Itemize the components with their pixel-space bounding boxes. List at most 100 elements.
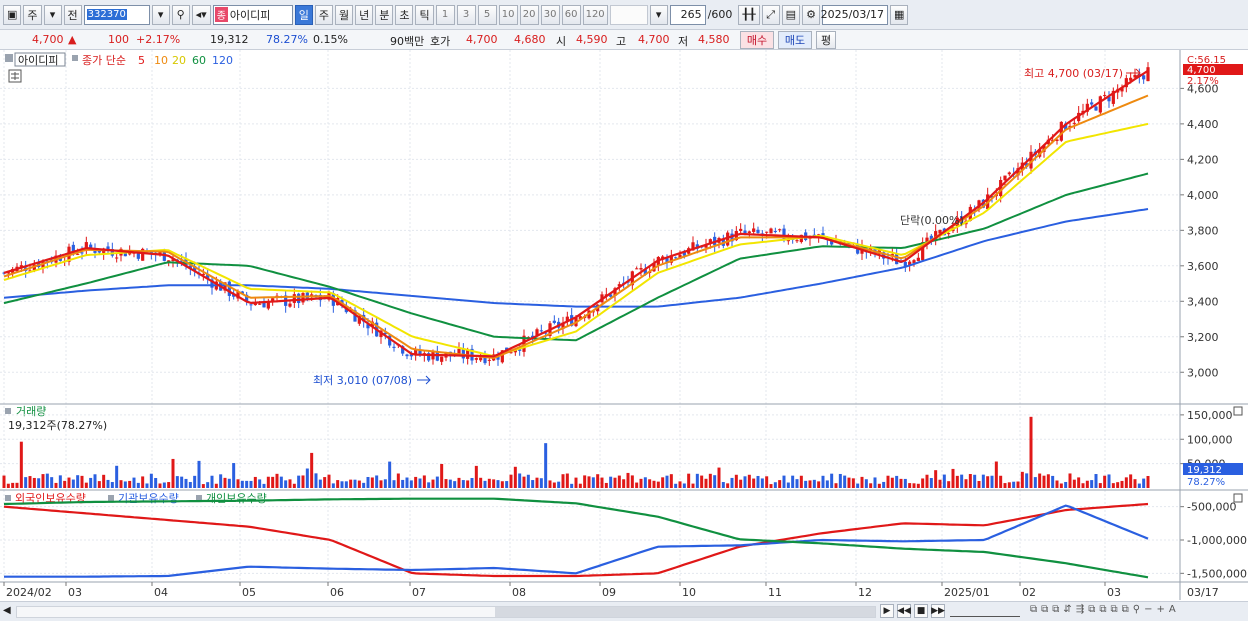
x-tick-label: 07: [412, 586, 426, 599]
low-label: 저: [678, 35, 689, 48]
tool-icon-6[interactable]: ⧉: [1088, 604, 1095, 615]
interval-10-button[interactable]: 10: [498, 4, 518, 25]
volume-y-axis: 50,000100,000150,000: [1180, 409, 1233, 471]
chart-svg[interactable]: 아이디피 종가 단순 5 10 20 60 120 3,000 3,200 3,40…: [0, 50, 1248, 603]
zoom-search-icon[interactable]: ⚲: [1133, 604, 1140, 615]
font-size-icon[interactable]: A: [1169, 604, 1176, 615]
tool-icon-7[interactable]: ⧉: [1099, 604, 1106, 615]
stock-name-field[interactable]: 종 아이디피: [212, 4, 293, 25]
period-month-button[interactable]: 월: [334, 4, 354, 25]
volume-bar: [925, 474, 929, 488]
volume-bar: [162, 482, 166, 488]
volume-bar: [960, 474, 964, 488]
y-tick-label: 3,000: [1187, 366, 1219, 379]
volume-bar: [210, 475, 214, 488]
chevron-down-icon[interactable]: ▾: [43, 4, 62, 25]
rewind-icon[interactable]: ◀◀: [897, 604, 911, 618]
zoom-in-icon[interactable]: +: [1156, 604, 1164, 615]
volume-bar: [128, 480, 132, 488]
interval-5-button[interactable]: 5: [477, 4, 497, 25]
up-arrow-icon: ▲: [68, 33, 77, 46]
type-selector[interactable]: 주: [23, 4, 42, 25]
volume-bar: [821, 475, 825, 488]
volume-bar: [964, 479, 968, 488]
interval-1-button[interactable]: 1: [435, 4, 455, 25]
layout-icon[interactable]: ▣: [3, 4, 22, 25]
interval-60-button[interactable]: 60: [561, 4, 581, 25]
tool-icon-2[interactable]: ⧉: [1041, 604, 1048, 615]
code-dropdown-icon[interactable]: ▾: [151, 4, 170, 25]
calendar-icon[interactable]: ▦: [890, 4, 909, 25]
stop-icon[interactable]: ■: [914, 604, 928, 618]
draw-tool-icon[interactable]: ⤢: [761, 4, 780, 25]
interval-20-button[interactable]: 20: [519, 4, 539, 25]
date-input[interactable]: 2025/03/17: [821, 4, 889, 25]
volume-bar: [1029, 416, 1033, 488]
volume-close-icon[interactable]: [1233, 406, 1243, 416]
volume-bar: [19, 441, 23, 488]
interval-120-button[interactable]: 120: [582, 4, 608, 25]
gear-icon[interactable]: ⚙: [802, 4, 821, 25]
period-year-button[interactable]: 년: [355, 4, 374, 25]
sell-button[interactable]: 매도: [778, 31, 812, 49]
volume-bar: [11, 482, 15, 488]
save-icon[interactable]: ▤: [781, 4, 801, 25]
y-tick-label: 4,200: [1187, 153, 1219, 166]
candle-body: [405, 354, 409, 357]
count-input[interactable]: 265: [669, 4, 706, 25]
buy-button[interactable]: 매수: [740, 31, 774, 49]
period-week-button[interactable]: 주: [314, 4, 333, 25]
tool-icon-8[interactable]: ⧉: [1110, 604, 1117, 615]
speaker-icon[interactable]: ◂▾: [191, 4, 211, 25]
volume-bar: [934, 470, 938, 488]
scroll-right-icon[interactable]: ▶: [880, 604, 894, 618]
zoom-out-icon[interactable]: −: [1144, 604, 1152, 615]
stock-code-input[interactable]: 332370: [83, 4, 150, 25]
volume-bar: [448, 479, 452, 488]
scrollbar-thumb[interactable]: [495, 607, 875, 617]
zoom-slider[interactable]: [950, 605, 1020, 617]
interval-custom-input[interactable]: [609, 4, 648, 25]
fast-forward-icon[interactable]: ▶▶: [931, 604, 945, 618]
volume-bar: [344, 481, 348, 488]
mid-note: 단락(0.00%): [900, 214, 964, 227]
tool-icon-4[interactable]: ⇵: [1063, 604, 1071, 615]
horizontal-scrollbar[interactable]: [16, 606, 876, 618]
period-day-button[interactable]: 일: [294, 4, 313, 25]
volume-bar: [513, 466, 517, 488]
volume-bar: [1103, 475, 1107, 488]
search-icon[interactable]: ⚲: [171, 4, 190, 25]
candle-body: [778, 229, 782, 231]
candle-body: [1007, 172, 1011, 175]
scroll-left-icon[interactable]: ◀: [3, 605, 11, 616]
candle-body: [474, 358, 478, 360]
volume-bar: [1033, 477, 1037, 488]
tool-icon-3[interactable]: ⧉: [1052, 604, 1059, 615]
period-tick-button[interactable]: 틱: [415, 4, 434, 25]
tool-icon-5[interactable]: ⇶: [1076, 604, 1084, 615]
candle-body: [756, 229, 760, 233]
chart-area[interactable]: 아이디피 종가 단순 5 10 20 60 120 3,000 3,200 3,40…: [0, 50, 1248, 603]
min-price-note: 최저 3,010 (07/08): [313, 374, 412, 387]
x-tick-label: 05: [242, 586, 256, 599]
avg-button[interactable]: 평: [816, 31, 836, 49]
interval-30-button[interactable]: 30: [540, 4, 560, 25]
volume-bar: [947, 481, 951, 488]
candle-body: [1142, 75, 1146, 80]
candle-body: [539, 330, 543, 332]
volume-bar: [197, 460, 201, 488]
interval-dropdown-icon[interactable]: ▾: [649, 4, 668, 25]
open-price: 4,590: [576, 33, 608, 46]
interval-3-button[interactable]: 3: [456, 4, 476, 25]
tool-icon-9[interactable]: ⧉: [1122, 604, 1129, 615]
prev-selector[interactable]: 전: [63, 4, 82, 25]
volume-bar: [903, 478, 907, 488]
tool-icon-1[interactable]: ⧉: [1030, 604, 1037, 615]
candle-body: [743, 230, 747, 234]
candle-type-icon[interactable]: ╂╂: [738, 4, 760, 25]
volume-bar: [713, 475, 717, 488]
period-minute-button[interactable]: 분: [375, 4, 394, 25]
candle-body: [292, 294, 296, 303]
volume-bar: [973, 474, 977, 488]
period-second-button[interactable]: 초: [395, 4, 414, 25]
